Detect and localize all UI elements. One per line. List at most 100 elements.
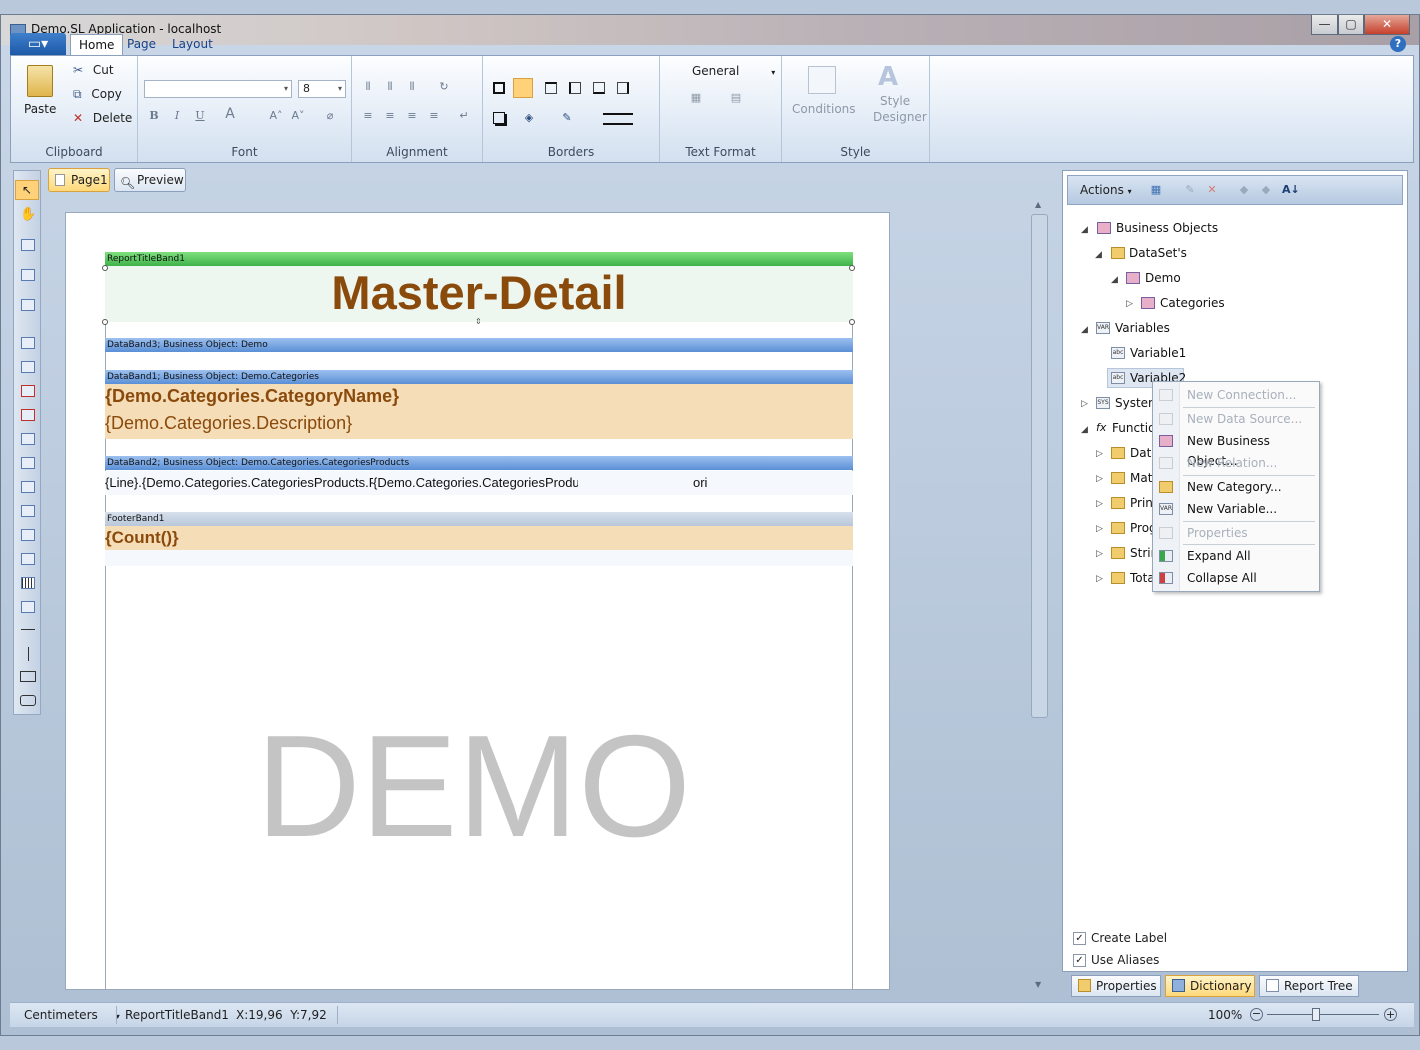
hand-tool-icon[interactable]: ✋ (20, 207, 36, 222)
scroll-up-arrow[interactable]: ▲ (1035, 200, 1041, 209)
actions-menu[interactable]: Actions ▾ (1080, 183, 1132, 197)
clear-format-icon[interactable]: ⌀ (322, 108, 338, 124)
tree-node-math[interactable]: Mat (1111, 469, 1152, 487)
expand-arrow-icon[interactable]: ▷ (1096, 549, 1103, 559)
font-name-combo[interactable]: ▾ (144, 80, 292, 98)
page-tool-icon[interactable] (21, 337, 35, 349)
format-icon[interactable]: ▦ (688, 90, 704, 106)
shadow-icon[interactable] (493, 112, 505, 124)
bottom-border-icon[interactable] (593, 82, 605, 94)
detail-field-2[interactable]: {Demo.Categories.CategoriesProdu (373, 475, 578, 490)
tree-node-prog[interactable]: Prog (1111, 519, 1157, 537)
tab-properties[interactable]: Properties (1071, 975, 1161, 997)
tab-report-tree[interactable]: Report Tree (1259, 975, 1359, 997)
band-tool-icon[interactable] (21, 239, 35, 251)
menu-item-new-variable[interactable]: New Variable... (1187, 499, 1277, 519)
expand-arrow-icon[interactable]: ▷ (1096, 474, 1103, 484)
left-border-icon[interactable] (569, 82, 581, 94)
align-top-icon[interactable]: ⦀ (360, 79, 376, 95)
tree-node-variable1[interactable]: abc Variable1 (1111, 344, 1186, 362)
move-up-icon[interactable]: ◆ (1236, 182, 1252, 198)
category-description-field[interactable]: {Demo.Categories.Description} (105, 413, 352, 434)
menu-item-new-relation[interactable]: New Relation... (1187, 453, 1277, 473)
zoom-out-icon[interactable]: − (1250, 1008, 1263, 1021)
expand-arrow-icon[interactable]: ▷ (1096, 449, 1103, 459)
rounded-rectangle-tool-icon[interactable] (20, 695, 36, 706)
minimize-button[interactable]: — (1311, 15, 1338, 35)
edit-icon[interactable]: ✎ (1182, 182, 1198, 198)
menu-item-properties[interactable]: Properties (1187, 523, 1248, 543)
rectangle-tool-icon[interactable] (20, 671, 36, 682)
shape-tool-icon[interactable] (21, 601, 35, 613)
menu-item-new-business-object[interactable]: New Business Object... (1187, 431, 1319, 468)
footer-band-header[interactable]: FooterBand1 (105, 512, 853, 526)
category-name-field[interactable]: {Demo.Categories.CategoryName} (105, 386, 399, 407)
detail-field-3[interactable]: ori (693, 475, 707, 490)
tab-home[interactable]: Home (70, 34, 124, 56)
help-icon[interactable]: ? (1390, 36, 1406, 52)
zoom-slider-thumb[interactable] (1312, 1008, 1320, 1021)
menu-item-collapse-all[interactable]: Collapse All (1187, 568, 1257, 588)
all-borders-icon[interactable] (493, 82, 505, 94)
tab-preview[interactable]: 🔍︎ Preview (114, 168, 186, 192)
horizontal-line-tool-icon[interactable] (21, 629, 35, 630)
selection-handle[interactable] (102, 319, 108, 325)
tree-node-variables[interactable]: VAR Variables (1096, 319, 1170, 337)
cut-button[interactable]: ✂ Cut (73, 63, 114, 77)
expand-arrow-icon[interactable]: ▷ (1096, 499, 1103, 509)
report-title-band-header[interactable]: ReportTitleBand1 (105, 252, 853, 266)
word-wrap-icon[interactable]: ↵ (456, 108, 472, 124)
rotation-icon[interactable]: ↻ (436, 79, 452, 95)
tree-node-system[interactable]: SYS System (1096, 394, 1160, 412)
detail-field-1[interactable]: {Line}.{Demo.Categories.CategoriesProduc… (105, 475, 373, 490)
container-tool-icon[interactable] (21, 457, 35, 469)
top-border-icon[interactable] (545, 82, 557, 94)
zoom-in-icon[interactable]: + (1384, 1008, 1397, 1021)
tree-node-business-objects[interactable]: Business Objects (1097, 219, 1218, 237)
tree-node-totals[interactable]: Tota (1111, 569, 1155, 587)
use-aliases-checkbox[interactable]: ✓ (1073, 954, 1086, 967)
tree-node-strings[interactable]: Strir (1111, 544, 1156, 562)
no-border-icon[interactable] (513, 78, 533, 98)
paste-button[interactable]: Paste (17, 60, 63, 130)
conditions-button[interactable]: Conditions (788, 60, 856, 134)
create-label-checkbox[interactable]: ✓ (1073, 932, 1086, 945)
pointer-tool-icon[interactable]: ↖ (15, 180, 39, 200)
delete-button[interactable]: ✕ Delete (73, 111, 132, 125)
style-designer-button[interactable]: A Style Designer (860, 60, 927, 138)
collapse-arrow-icon[interactable]: ◢ (1111, 275, 1118, 285)
subreport-tool-icon[interactable] (21, 481, 35, 493)
text-format-combo[interactable]: General ▾ (692, 64, 775, 78)
tree-node-print[interactable]: Prin (1111, 494, 1153, 512)
fill-color-icon[interactable]: ◈ (521, 110, 537, 126)
justify-icon[interactable]: ≡ (426, 108, 442, 124)
text-box-tool-icon[interactable] (21, 385, 35, 397)
tab-page1[interactable]: Page1 (48, 168, 110, 192)
data-band-tool-icon[interactable] (21, 299, 35, 311)
rich-text-tool-icon[interactable] (21, 409, 35, 421)
panel-tool-icon[interactable] (21, 433, 35, 445)
tree-node-datasets[interactable]: DataSet's (1111, 244, 1187, 262)
resize-handle-icon[interactable]: ⇕ (475, 317, 482, 326)
menu-item-new-category[interactable]: New Category... (1187, 477, 1282, 497)
sort-icon[interactable]: A↓ (1282, 182, 1300, 198)
selection-handle[interactable] (102, 265, 108, 271)
data-band3-header[interactable]: DataBand3; Business Object: Demo (105, 338, 853, 352)
expand-arrow-icon[interactable]: ▷ (1096, 574, 1103, 584)
report-title-text[interactable]: Master-Detail (105, 266, 853, 322)
align-center-icon[interactable]: ≡ (382, 108, 398, 124)
tab-dictionary[interactable]: Dictionary (1165, 975, 1255, 997)
expand-arrow-icon[interactable]: ▷ (1126, 299, 1133, 309)
expand-arrow-icon[interactable]: ▷ (1096, 524, 1103, 534)
data-band1-header[interactable]: DataBand1; Business Object: Demo.Categor… (105, 370, 853, 384)
delete-item-icon[interactable]: ✕ (1204, 182, 1220, 198)
border-color-icon[interactable]: ✎ (559, 110, 575, 126)
right-border-icon[interactable] (617, 82, 629, 94)
copy-button[interactable]: ⧉ Copy (73, 87, 122, 102)
vertical-line-tool-icon[interactable] (28, 647, 29, 661)
tree-node-demo[interactable]: Demo (1126, 269, 1181, 287)
align-left-icon[interactable]: ≡ (360, 108, 376, 124)
zoom-slider-track[interactable] (1267, 1014, 1379, 1015)
barcode-tool-icon[interactable] (21, 577, 35, 589)
close-button[interactable]: ✕ (1364, 15, 1410, 35)
